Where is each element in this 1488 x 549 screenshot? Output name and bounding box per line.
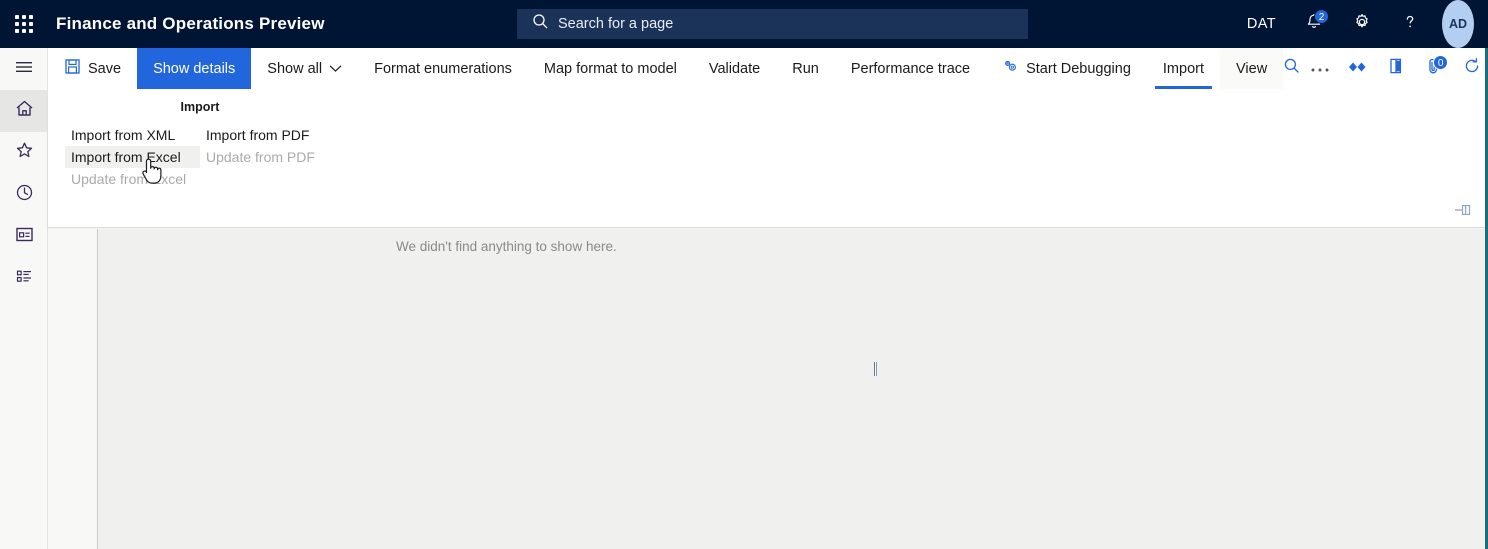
search-icon [1283,57,1301,80]
menu-item-update-from-excel: Update from Excel [71,171,187,187]
map-format-to-model-button[interactable]: Map format to model [528,48,693,89]
start-debugging-button[interactable]: Start Debugging [986,48,1147,89]
validate-label: Validate [708,60,761,77]
sidebar-item-navigation-menu[interactable] [0,48,48,90]
import-group-columns: Import from XML Import from Excel Update… [65,124,335,190]
content-left-column [48,229,98,549]
import-tab-flyout-panel: Import Import from XML Import from Excel… [48,89,1488,228]
settings-button[interactable] [1338,0,1386,48]
menu-item-import-from-excel[interactable]: Import from Excel [65,146,200,168]
open-in-office-button[interactable] [1339,48,1377,89]
modules-list-icon [14,267,35,291]
attachments-button[interactable]: 0 [1415,48,1453,89]
import-group-column-1: Import from XML Import from Excel Update… [65,124,200,190]
tab-view[interactable]: View [1220,48,1284,89]
text-caret-artifact [874,362,877,376]
workspaces-icon [14,225,35,249]
sidebar-item-recent[interactable] [0,174,48,216]
menu-item-update-from-pdf: Update from PDF [206,149,315,165]
pin-action-pane-button[interactable] [1454,203,1472,221]
run-label: Run [792,60,819,77]
page-content-area: We didn't find anything to show here. [48,229,1488,549]
question-mark-icon [1400,12,1420,37]
validate-button[interactable]: Validate [693,48,776,89]
overflow-menu-button[interactable] [1301,48,1339,89]
show-details-button[interactable]: Show details [137,48,252,89]
help-button[interactable] [1386,0,1434,48]
show-all-button[interactable]: Show all [251,48,358,89]
app-launcher-icon [15,15,33,33]
notification-count-badge: 2 [1314,9,1329,24]
top-nav-right-cluster: DAT 2 AD [1233,0,1488,48]
sidebar-item-favorites[interactable] [0,132,48,174]
performance-trace-label: Performance trace [850,60,971,77]
format-enumerations-button[interactable]: Format enumerations [358,48,528,89]
attachments-count-badge: 0 [1433,55,1449,70]
gear-icon [1352,12,1372,37]
menu-item-import-from-pdf[interactable]: Import from PDF [200,124,335,146]
sidebar-item-workspaces[interactable] [0,216,48,258]
run-button[interactable]: Run [776,48,835,89]
show-details-label: Show details [153,60,236,77]
save-button[interactable]: Save [48,48,137,89]
format-enumerations-label: Format enumerations [374,60,512,77]
gears-icon [1002,59,1019,78]
sidebar-item-home[interactable] [0,90,48,132]
tab-import[interactable]: Import [1146,48,1220,89]
page-search-button[interactable] [1283,48,1301,89]
left-navigation-rail [0,48,48,549]
import-group-title: Import [180,100,220,114]
top-navigation-bar: Finance and Operations Preview Search fo… [0,0,1488,48]
clock-icon [14,182,35,208]
tab-import-label: Import [1162,60,1204,77]
search-input[interactable]: Search for a page [558,16,673,32]
start-debugging-label: Start Debugging [1026,60,1131,77]
refresh-button[interactable] [1453,48,1488,89]
company-selector[interactable]: DAT [1233,0,1290,48]
menu-item-import-from-xml[interactable]: Import from XML [65,124,200,146]
office-app-icon [1388,57,1404,80]
import-group-column-2: Import from PDF Update from PDF [200,124,335,190]
content-main-region: We didn't find anything to show here. [99,229,1488,549]
open-in-office-icon [1347,60,1369,78]
pin-action-pane-icon [1454,203,1472,220]
action-pane-icon-cluster: 0 [1301,48,1488,88]
app-title: Finance and Operations Preview [56,14,325,33]
chevron-down-icon [329,61,342,77]
refresh-icon [1463,57,1481,80]
show-all-label: Show all [267,60,323,77]
import-button-group: Import Import from XML Import from Excel… [65,100,335,190]
sidebar-item-modules[interactable] [0,258,48,300]
save-floppy-icon [64,58,81,79]
empty-state-message: We didn't find anything to show here. [396,239,617,254]
hamburger-menu-icon [14,59,34,80]
notifications-button[interactable]: 2 [1290,0,1338,48]
star-icon [14,140,35,166]
action-pane: Save Show details Show all Format enumer… [48,48,1488,89]
map-format-to-model-label: Map format to model [543,60,677,77]
office-app-button[interactable] [1377,48,1415,89]
app-launcher-button[interactable] [0,0,48,48]
user-avatar[interactable]: AD [1442,0,1474,48]
tab-view-label: View [1236,60,1268,77]
performance-trace-button[interactable]: Performance trace [835,48,986,89]
overflow-ellipsis-icon [1310,60,1330,78]
search-icon [532,13,549,35]
global-search-box[interactable]: Search for a page [517,9,1028,39]
save-button-label: Save [88,60,122,77]
home-icon [14,98,35,124]
